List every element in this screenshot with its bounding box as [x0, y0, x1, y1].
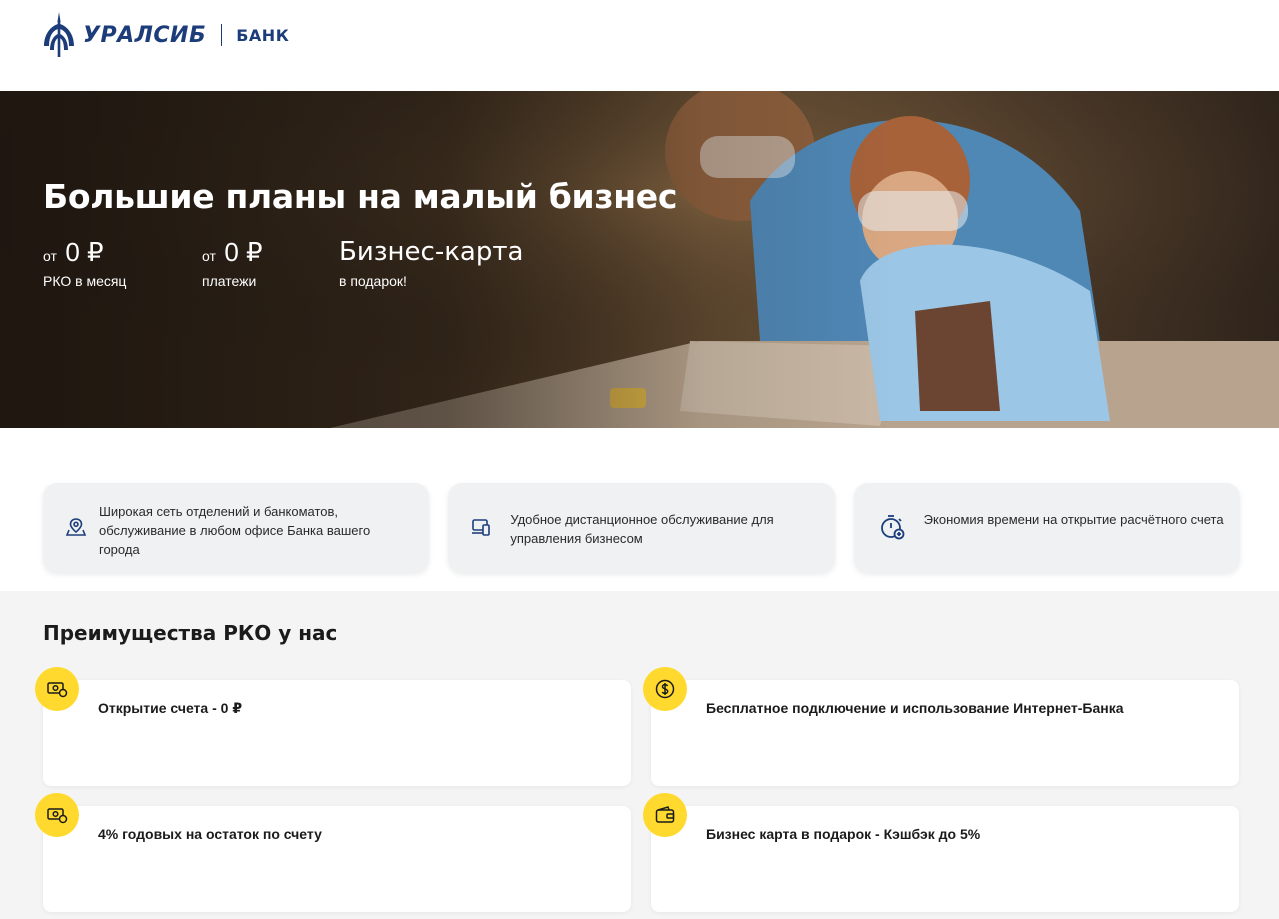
advantages-title: Преимущества РКО у нас [43, 621, 338, 645]
cash-coin-icon [35, 667, 79, 711]
advantage-card: Бесплатное подключение и использование И… [651, 680, 1239, 786]
feature-card-branches: Широкая сеть отделений и банкоматов, обс… [43, 483, 430, 573]
stat-payments: от 0 ₽ платежи [202, 237, 263, 289]
stat-value: 0 ₽ [65, 237, 104, 267]
brand-bank-label: БАНК [236, 25, 290, 45]
dollar-coin-icon [643, 667, 687, 711]
stat-business-card: Бизнес-карта в подарок! [339, 237, 524, 289]
brand-name: УРАЛСИБ [83, 22, 207, 48]
advantages-section: Преимущества РКО у нас Открытие счета - … [0, 591, 1279, 919]
uralsib-emblem-icon [44, 12, 74, 57]
stat-value: 0 ₽ [224, 237, 263, 267]
laptop-phone-icon [472, 519, 491, 536]
wallet-icon [643, 793, 687, 837]
uralsib-logo[interactable]: УРАЛСИБ БАНК [42, 12, 289, 58]
feature-text: Удобное дистанционное обслуживание для у… [510, 512, 774, 546]
stat-value: Бизнес-карта [339, 237, 524, 267]
advantage-text: Бесплатное подключение и использование И… [706, 700, 1124, 716]
stopwatch-icon [880, 515, 905, 540]
stat-caption: платежи [202, 273, 257, 289]
advantage-card: Бизнес карта в подарок - Кэшбэк до 5% [651, 806, 1239, 912]
hero-title: Большие планы на малый бизнес [43, 177, 678, 216]
stat-prefix: от [43, 248, 57, 264]
advantage-card: 4% годовых на остаток по счету [43, 806, 631, 912]
stat-prefix: от [202, 248, 216, 264]
site-header: УРАЛСИБ БАНК [0, 0, 1279, 91]
stat-caption: РКО в месяц [43, 273, 127, 289]
feature-card-remote: Удобное дистанционное обслуживание для у… [448, 483, 835, 573]
feature-card-time: Экономия времени на открытие расчётного … [853, 483, 1240, 573]
hero-overlay [0, 91, 1279, 428]
hero-banner: Большие планы на малый бизнес от 0 ₽ РКО… [0, 91, 1279, 428]
advantage-text: 4% годовых на остаток по счету [98, 826, 322, 842]
advantage-card: Открытие счета - 0 ₽ [43, 680, 631, 786]
advantage-text: Открытие счета - 0 ₽ [98, 700, 243, 716]
feature-text: Экономия времени на открытие расчётного … [923, 512, 1224, 527]
stat-rko: от 0 ₽ РКО в месяц [43, 237, 126, 289]
features-row: Широкая сеть отделений и банкоматов, обс… [43, 483, 1240, 573]
map-pin-icon [65, 518, 87, 536]
logo-divider [221, 24, 223, 46]
advantage-text: Бизнес карта в подарок - Кэшбэк до 5% [706, 826, 981, 842]
cash-coin-icon [35, 793, 79, 837]
stat-caption: в подарок! [339, 273, 407, 289]
feature-text: Широкая сеть отделений и банкоматов, обс… [99, 504, 371, 557]
